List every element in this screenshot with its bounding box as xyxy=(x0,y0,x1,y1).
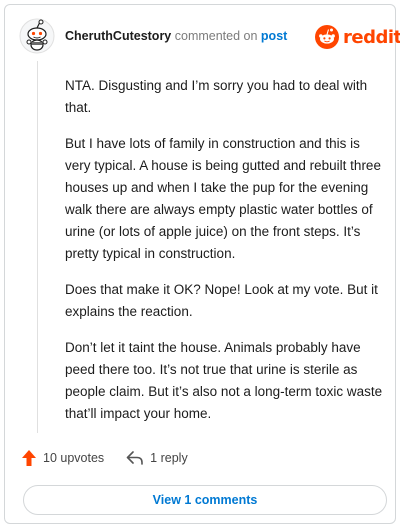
upvote-button[interactable]: 10 upvotes xyxy=(21,449,104,467)
comment-header: CheruthCutestory commented on post xyxy=(65,29,287,43)
comment-paragraph: NTA. Disgusting and I’m sorry you had to… xyxy=(65,78,368,115)
snoo-avatar-icon xyxy=(19,18,55,54)
username-link[interactable]: CheruthCutestory xyxy=(65,29,171,43)
comment-paragraph: Don’t let it taint the house. Animals pr… xyxy=(65,340,383,421)
reply-button[interactable]: 1 reply xyxy=(126,450,188,466)
reply-arrow-icon xyxy=(126,451,143,465)
view-comments-button[interactable]: View 1 comments xyxy=(23,485,387,515)
comment-card: CheruthCutestory commented on post reddi… xyxy=(4,4,400,524)
comment-body: NTA. Disgusting and I’m sorry you had to… xyxy=(65,75,383,439)
upvote-arrow-icon xyxy=(22,450,36,466)
post-link[interactable]: post xyxy=(261,29,287,43)
thread-line[interactable] xyxy=(37,61,38,433)
comment-actions: 10 upvotes 1 reply xyxy=(21,449,188,467)
reply-count: 1 reply xyxy=(150,451,188,465)
reddit-wordmark: reddit xyxy=(343,26,400,48)
avatar[interactable] xyxy=(19,18,55,54)
comment-paragraph: Does that make it OK? Nope! Look at my v… xyxy=(65,282,378,319)
upvote-count: 10 upvotes xyxy=(43,451,105,465)
comment-paragraph: But I have lots of family in constructio… xyxy=(65,136,381,261)
action-text: commented on xyxy=(174,29,258,43)
reddit-logo-icon xyxy=(315,25,339,49)
reddit-logo[interactable]: reddit xyxy=(315,24,400,50)
